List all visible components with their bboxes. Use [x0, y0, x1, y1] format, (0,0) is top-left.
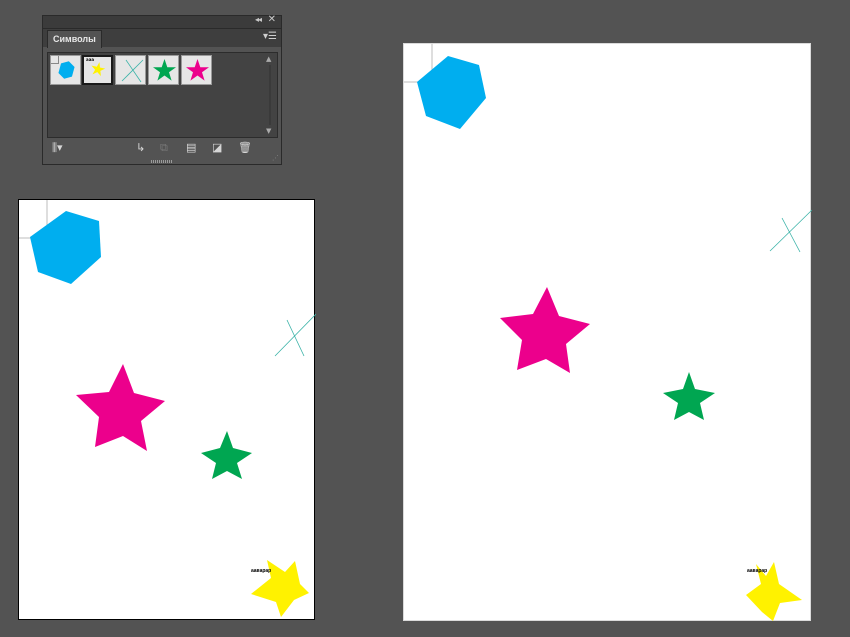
symbols-scrollbar[interactable]: ▲ ▼ — [265, 55, 275, 135]
new-symbol-icon[interactable]: ◪ — [212, 141, 222, 154]
panel-resize-grip[interactable] — [151, 160, 173, 163]
scroll-up-arrow-icon[interactable]: ▲ — [266, 55, 271, 63]
symbol-swatch-green-star[interactable] — [148, 55, 179, 85]
scroll-down-arrow-icon[interactable]: ▼ — [266, 127, 271, 135]
scroll-track[interactable] — [269, 65, 271, 125]
panel-title-bar[interactable]: ◂◂ ✕ — [43, 14, 281, 29]
resize-corner-icon[interactable]: ⋰ — [272, 154, 279, 162]
artboard-text-label[interactable]: ааварар — [747, 568, 767, 574]
artboard-text-label[interactable]: ааварар — [251, 568, 271, 574]
tab-bar: Символы ▾☰ — [43, 29, 281, 48]
delete-icon[interactable]: 🗑 — [238, 141, 252, 154]
hexagon-icon — [58, 61, 75, 79]
panel-menu-icon[interactable]: ▾☰ — [263, 31, 277, 42]
yellow-star-icon — [91, 62, 106, 77]
artboard-left[interactable]: ааварар — [18, 199, 316, 620]
magenta-star-symbol-instance[interactable] — [500, 287, 590, 373]
magenta-star-icon — [186, 59, 209, 81]
place-symbol-icon[interactable]: ↳ — [136, 141, 145, 154]
cross-line-symbol-instance[interactable] — [274, 313, 316, 357]
symbol-options-icon[interactable]: ▤ — [186, 141, 196, 154]
break-link-icon[interactable]: ⧉ — [160, 141, 168, 154]
artboard-right[interactable]: ааварар — [403, 43, 812, 621]
symbol-swatch-magenta-star[interactable] — [181, 55, 212, 85]
green-star-symbol-instance[interactable] — [201, 431, 252, 479]
symbols-list: ааа ▲ ▼ — [47, 52, 278, 138]
symbol-swatch-hexagon[interactable] — [50, 55, 81, 85]
green-star-icon — [153, 59, 176, 81]
cross-line-symbol-instance[interactable] — [769, 209, 812, 252]
symbols-panel: ◂◂ ✕ Символы ▾☰ ааа ▲ ▼ ⫼▾ ↳ ⧉ ▤ ◪ 🗑 ⋰ — [42, 14, 282, 165]
green-star-symbol-instance[interactable] — [663, 372, 715, 420]
cross-line-symbol-instance[interactable] — [781, 217, 801, 253]
symbol-swatch-yellow-star[interactable]: ааа — [82, 55, 113, 85]
collapse-panel-icon[interactable]: ◂◂ — [255, 15, 262, 24]
cross-line-symbol-instance[interactable] — [286, 319, 305, 357]
hexagon-symbol-instance[interactable] — [417, 56, 486, 129]
library-icon[interactable]: ⫼▾ — [52, 141, 63, 154]
artboard-right-artwork: ааварар — [404, 44, 812, 621]
symbol-swatch-cross[interactable] — [115, 55, 146, 85]
hexagon-symbol-instance[interactable] — [30, 211, 101, 284]
panel-toolbar: ⫼▾ ↳ ⧉ ▤ ◪ 🗑 — [47, 140, 278, 156]
artboard-left-artwork: ааварар — [19, 200, 316, 617]
magenta-star-symbol-instance[interactable] — [76, 364, 165, 451]
tab-symbols[interactable]: Символы — [47, 30, 102, 48]
close-icon[interactable]: ✕ — [268, 14, 276, 25]
cross-lines-icon — [121, 59, 144, 83]
